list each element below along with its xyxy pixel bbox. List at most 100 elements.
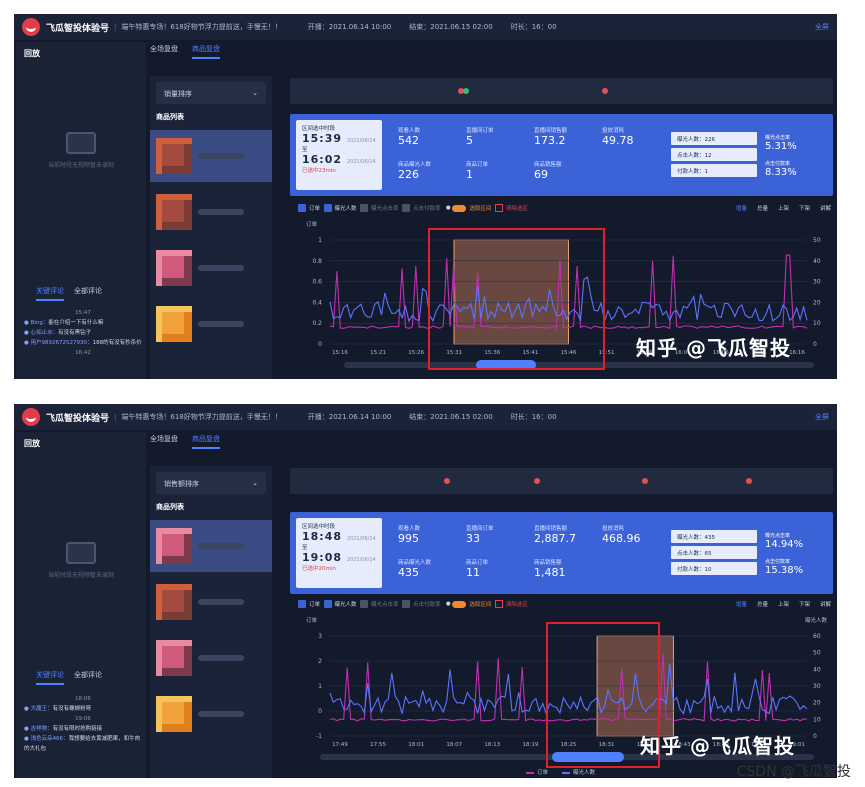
product-item[interactable]: [150, 688, 272, 740]
filter-cvr[interactable]: 点击付款率: [402, 600, 441, 609]
watermark: 知乎 @飞瓜智投: [636, 336, 791, 360]
metric-product-orders: 商品订单 11: [466, 560, 489, 579]
product-item[interactable]: [150, 632, 272, 684]
comment-item: ● 用户9892672527930：188的有没有秒杀价: [24, 340, 142, 346]
end-time: 结束：2021.06.15 02:00: [409, 413, 493, 421]
end-time: 结束：2021.06.15 02:00: [409, 23, 493, 31]
metric-viewers: 观看人数 542: [398, 128, 421, 147]
clear-selection-button[interactable]: 清除选区: [494, 204, 528, 213]
replay-title: 回放: [24, 439, 40, 448]
legend-increment[interactable]: 增量: [736, 204, 747, 212]
duration: 时长：16：00: [510, 413, 557, 421]
stats-panel: 区间选中时段 15:39 2021/06/14 至 16:02 2021/06/…: [290, 114, 833, 196]
y-right-tick: 10: [813, 716, 821, 723]
legend-increment[interactable]: 增量: [736, 600, 747, 608]
filter-orders[interactable]: 订单: [298, 600, 320, 609]
filter-ctr[interactable]: 曝光点击率: [360, 204, 399, 213]
y-right-tick: 0: [813, 341, 817, 348]
range-end: 19:08: [302, 551, 343, 564]
range-duration: 已选中23min: [302, 168, 336, 174]
tab-product-review[interactable]: 商品复盘: [192, 44, 220, 59]
tab-key-comments[interactable]: 关键评论: [36, 670, 64, 685]
comment-item: ● 浅色云朵466：我想要给去黄减肥果，和牛肉的大礼包: [24, 736, 141, 752]
product-item[interactable]: [150, 242, 272, 294]
timeline-marker[interactable]: [444, 478, 450, 484]
product-thumbnail: [156, 250, 192, 286]
timeline-marker[interactable]: [602, 88, 608, 94]
y-left-tick: 0: [318, 341, 322, 348]
comment-item: ● 大魔王：有没有螺蛳粉呀: [24, 706, 92, 712]
range-start: 18:48: [302, 530, 343, 543]
rate-exposure-click: 曝光点击率 5.31%: [765, 135, 797, 152]
timeline-marker[interactable]: [746, 478, 752, 484]
legend-exposure[interactable]: 曝光人数: [562, 768, 595, 776]
legend-off-shelf[interactable]: 下架: [799, 204, 810, 212]
select-range-toggle[interactable]: 选取区间: [452, 204, 491, 212]
no-video-text: 当前时段无视频暂未录制: [47, 572, 114, 579]
rate-click-pay: 点击付款率 8.33%: [765, 161, 797, 178]
sort-dropdown[interactable]: 销量排序 ⌄: [156, 82, 266, 104]
filter-exposure[interactable]: 曝光人数: [323, 204, 357, 213]
range-end: 16:02: [302, 153, 343, 166]
legend-explain[interactable]: 讲解: [820, 600, 831, 608]
fullscreen-button[interactable]: 全屏: [815, 22, 829, 32]
legend-off-shelf[interactable]: 下架: [799, 600, 810, 608]
help-icon[interactable]: ●: [446, 601, 451, 607]
x-tick: 18:07: [446, 742, 462, 748]
metric-product-orders: 商品订单 1: [466, 162, 489, 181]
y-left-tick: 0.6: [312, 279, 322, 286]
product-item[interactable]: [150, 520, 272, 572]
filter-cvr[interactable]: 点击付款率: [402, 204, 441, 213]
tab-all-comments[interactable]: 全部评论: [74, 670, 102, 685]
sort-dropdown[interactable]: 销售额排序 ⌄: [156, 472, 266, 494]
left-axis-title: 订单: [306, 618, 318, 624]
select-range-toggle[interactable]: 选取区间: [452, 600, 491, 608]
funnel-payments: 付款人数：10: [671, 562, 757, 575]
legend-total[interactable]: 总量: [757, 600, 768, 608]
tab-product-review[interactable]: 商品复盘: [192, 434, 220, 449]
legend-total[interactable]: 总量: [757, 204, 768, 212]
fullscreen-button[interactable]: 全屏: [815, 412, 829, 422]
funnel-clicks: 点击人数：65: [671, 546, 757, 559]
chevron-down-icon: ⌄: [252, 479, 258, 487]
tab-all-comments[interactable]: 全部评论: [74, 286, 102, 301]
product-item[interactable]: [150, 186, 272, 238]
replay-panel: 回放 当前时段无视频暂未录制 关键评论 全部评论 18:06 ● 大魔王：有没有…: [16, 432, 146, 778]
filter-ctr[interactable]: 曝光点击率: [360, 600, 399, 609]
legend-explain[interactable]: 讲解: [820, 204, 831, 212]
help-icon[interactable]: ●: [446, 205, 451, 211]
top-bar: 飞瓜智投体验号 | 端午特惠专场！618好物节浮力提前送，手慢无！！ 开播：20…: [14, 404, 837, 430]
product-item[interactable]: [150, 576, 272, 628]
tab-overall-review[interactable]: 全场复盘: [150, 44, 178, 59]
product-item[interactable]: [150, 130, 272, 182]
y-left-tick: 0.8: [312, 258, 322, 265]
tab-overall-review[interactable]: 全场复盘: [150, 434, 178, 449]
timeline-marker[interactable]: [463, 88, 469, 94]
screenshot-2: 飞瓜智投体验号 | 端午特惠专场！618好物节浮力提前送，手慢无！！ 开播：20…: [14, 404, 837, 778]
replay-title: 回放: [24, 49, 40, 58]
y-right-tick: 50: [813, 650, 821, 657]
comment-time: 16:42: [75, 350, 91, 356]
legend-orders[interactable]: 订单: [526, 768, 548, 776]
filter-orders[interactable]: 订单: [298, 204, 320, 213]
funnel-exposure: 曝光人数：435: [671, 530, 757, 543]
top-bar: 飞瓜智投体验号 | 端午特惠专场！618好物节浮力提前送，手慢无！！ 开播：20…: [14, 14, 837, 40]
x-tick: 17:49: [332, 742, 348, 748]
event-timeline[interactable]: [290, 78, 833, 104]
chart-filters: 订单 曝光人数 曝光点击率 点击付款率 ● 选取区间 清除选区 增量 总量 上架…: [298, 202, 831, 214]
legend-on-shelf[interactable]: 上架: [778, 600, 789, 608]
tab-key-comments[interactable]: 关键评论: [36, 286, 64, 301]
y-left-tick: 3: [318, 633, 322, 640]
product-item[interactable]: [150, 298, 272, 350]
legend-on-shelf[interactable]: 上架: [778, 204, 789, 212]
timeline-marker[interactable]: [534, 478, 540, 484]
range-duration: 已选中20min: [302, 566, 336, 572]
metric-room-orders: 直播间订单 33: [466, 526, 494, 545]
timeline-marker[interactable]: [642, 478, 648, 484]
y-right-tick: 40: [813, 258, 821, 265]
event-timeline[interactable]: [290, 468, 833, 494]
filter-exposure[interactable]: 曝光人数: [323, 600, 357, 609]
funnel-clicks: 点击人数：12: [671, 148, 757, 161]
product-thumbnail: [156, 138, 192, 174]
clear-selection-button[interactable]: 清除选区: [494, 600, 528, 609]
